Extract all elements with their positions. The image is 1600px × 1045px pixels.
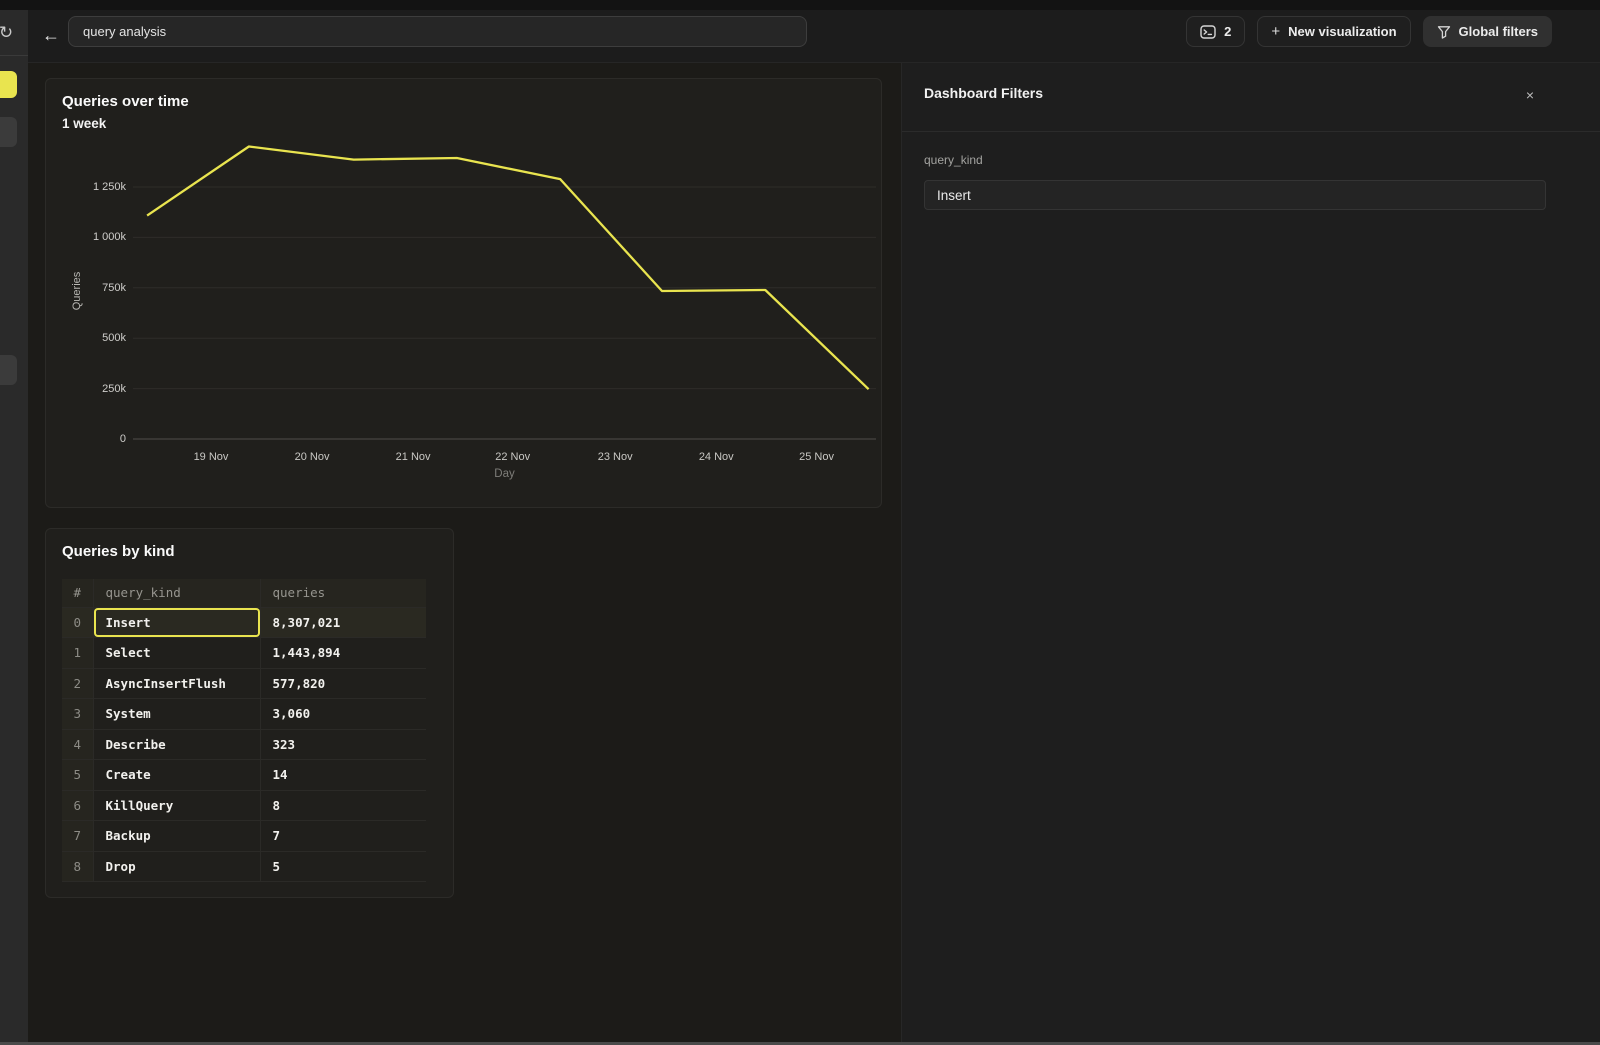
query-kind-cell[interactable]: Create <box>93 760 260 791</box>
queries-count-cell[interactable]: 1,443,894 <box>260 638 426 669</box>
chart-card-queries-over-time: Queries over time 1 week Queries 0250k50… <box>45 78 882 508</box>
rail-divider <box>0 55 28 56</box>
query-kind-cell[interactable]: Drop <box>93 851 260 882</box>
y-tick-label: 1 250k <box>46 180 126 194</box>
rail-item-active[interactable] <box>0 71 17 98</box>
table-header-row: #query_kindqueries <box>62 579 426 607</box>
filters-panel-title: Dashboard Filters <box>924 85 1043 101</box>
global-filters-label: Global filters <box>1459 24 1538 39</box>
dashboard-filters-panel: Dashboard Filters × query_kind <box>901 63 1600 1042</box>
y-tick-label: 1 000k <box>46 230 126 244</box>
row-index-cell: 3 <box>62 699 93 730</box>
table-row[interactable]: 7Backup7 <box>62 821 426 852</box>
table-row[interactable]: 4Describe323 <box>62 729 426 760</box>
rail-item[interactable] <box>0 355 17 385</box>
line-chart-plot <box>133 129 876 441</box>
x-tick-label: 20 Nov <box>277 451 347 463</box>
column-header-queries: queries <box>260 579 426 607</box>
new-visualization-button[interactable]: + New visualization <box>1257 16 1410 47</box>
x-tick-label: 19 Nov <box>176 451 246 463</box>
back-arrow-icon[interactable]: ← <box>37 21 65 49</box>
row-index-cell: 7 <box>62 821 93 852</box>
refresh-icon[interactable]: ↻ <box>0 23 16 43</box>
row-index-cell: 8 <box>62 851 93 882</box>
queries-count-cell[interactable]: 323 <box>260 729 426 760</box>
table-title: Queries by kind <box>62 543 175 560</box>
close-icon[interactable]: × <box>1520 85 1540 105</box>
dashboard-rail: ↻ <box>0 10 28 1042</box>
toolbar: ← 2 + New visualization Global filters <box>28 10 1600 63</box>
x-tick-label: 23 Nov <box>580 451 650 463</box>
table-row[interactable]: 8Drop5 <box>62 851 426 882</box>
column-header-query_kind: query_kind <box>93 579 260 607</box>
queries-by-kind-table: #query_kindqueries 0Insert8,307,0211Sele… <box>62 579 426 882</box>
window-top-strip <box>0 0 1600 10</box>
y-tick-label: 750k <box>46 281 126 295</box>
query-kind-filter-input[interactable] <box>924 180 1546 210</box>
column-header-idx: # <box>62 579 93 607</box>
row-index-cell: 1 <box>62 638 93 669</box>
table-row[interactable]: 3System3,060 <box>62 699 426 730</box>
query-kind-cell[interactable]: Insert <box>93 607 260 638</box>
dashboard-canvas: Queries over time 1 week Queries 0250k50… <box>28 63 901 1042</box>
query-kind-cell[interactable]: AsyncInsertFlush <box>93 668 260 699</box>
x-tick-label: 21 Nov <box>378 451 448 463</box>
row-index-cell: 4 <box>62 729 93 760</box>
filter-field-label: query_kind <box>924 153 983 167</box>
row-index-cell: 2 <box>62 668 93 699</box>
queries-line-series <box>147 147 869 390</box>
query-kind-cell[interactable]: KillQuery <box>93 790 260 821</box>
x-axis-ticks: 19 Nov 20 Nov 21 Nov 22 Nov 23 Nov 24 Nov 25 N… <box>133 451 876 465</box>
dashboard-title-input[interactable] <box>68 16 807 47</box>
table-card-queries-by-kind: Queries by kind #query_kindqueries 0Inse… <box>45 528 454 898</box>
plus-icon: + <box>1271 23 1280 40</box>
query-kind-cell[interactable]: Describe <box>93 729 260 760</box>
row-index-cell: 5 <box>62 760 93 791</box>
query-kind-cell[interactable]: Backup <box>93 821 260 852</box>
query-kind-cell[interactable]: Select <box>93 638 260 669</box>
console-count: 2 <box>1224 24 1231 39</box>
queries-count-cell[interactable]: 577,820 <box>260 668 426 699</box>
panel-divider <box>902 131 1600 132</box>
table-row[interactable]: 6KillQuery8 <box>62 790 426 821</box>
x-tick-label: 25 Nov <box>782 451 852 463</box>
rail-item[interactable] <box>0 117 17 147</box>
y-axis-ticks: 0 250k 500k 750k 1 000k 1 250k <box>46 79 126 507</box>
table-row[interactable]: 1Select1,443,894 <box>62 638 426 669</box>
row-index-cell: 6 <box>62 790 93 821</box>
console-icon <box>1200 25 1216 39</box>
new-visualization-label: New visualization <box>1288 24 1396 39</box>
funnel-icon <box>1437 25 1451 39</box>
queries-count-cell[interactable]: 8,307,021 <box>260 607 426 638</box>
global-filters-button[interactable]: Global filters <box>1423 16 1552 47</box>
x-axis-label: Day <box>133 468 876 480</box>
queries-count-cell[interactable]: 5 <box>260 851 426 882</box>
y-tick-label: 500k <box>46 331 126 345</box>
x-tick-label: 24 Nov <box>681 451 751 463</box>
query-kind-cell[interactable]: System <box>93 699 260 730</box>
queries-count-cell[interactable]: 8 <box>260 790 426 821</box>
queries-count-cell[interactable]: 7 <box>260 821 426 852</box>
queries-count-cell[interactable]: 3,060 <box>260 699 426 730</box>
table-row[interactable]: 5Create14 <box>62 760 426 791</box>
console-count-button[interactable]: 2 <box>1186 16 1245 47</box>
table-row[interactable]: 2AsyncInsertFlush577,820 <box>62 668 426 699</box>
table-row[interactable]: 0Insert8,307,021 <box>62 607 426 638</box>
queries-count-cell[interactable]: 14 <box>260 760 426 791</box>
x-tick-label: 22 Nov <box>478 451 548 463</box>
row-index-cell: 0 <box>62 607 93 638</box>
y-tick-label: 250k <box>46 382 126 396</box>
y-tick-label: 0 <box>46 432 126 446</box>
